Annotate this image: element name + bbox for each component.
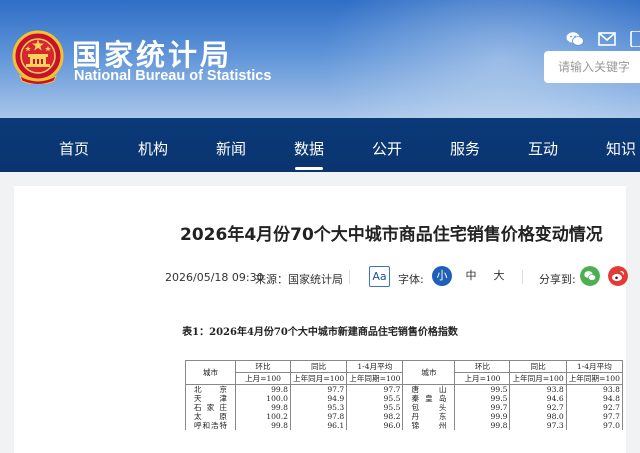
- font-size-small-button[interactable]: 小: [432, 266, 452, 286]
- column-header-city: 城市: [185, 360, 236, 385]
- mom-cell: 100.0: [235, 394, 291, 403]
- nav-item-news[interactable]: 新闻: [199, 118, 263, 172]
- city-cell: 包 头: [402, 403, 456, 412]
- table-row: 石家庄 99.8 95.3 95.5 包 头 99.7 92.7 92.7: [185, 403, 623, 412]
- avg-cell: 92.7: [565, 403, 623, 412]
- mom-cell: 99.8: [235, 421, 291, 430]
- article-title: 2026年4月份70个大中城市商品住宅销售价格变动情况: [180, 225, 603, 245]
- city-cell: 丹 东: [402, 412, 456, 421]
- site-logo-en[interactable]: National Bureau of Statistics: [74, 68, 271, 84]
- font-size-medium-button[interactable]: 中: [461, 266, 481, 286]
- mom-cell: 99.8: [235, 384, 291, 394]
- share-label: 分享到:: [539, 273, 576, 286]
- column-header-city: 城市: [402, 360, 456, 385]
- city-cell: 唐 山: [402, 384, 456, 394]
- table-caption: 表1：2026年4月份70个大中城市新建商品住宅销售价格指数: [182, 327, 458, 338]
- city-cell: 太 原: [185, 412, 236, 421]
- avg-cell: 94.8: [565, 394, 623, 403]
- avg-cell: 96.0: [346, 421, 404, 430]
- nav-item-organization[interactable]: 机构: [121, 118, 185, 172]
- avg-cell: 98.2: [346, 412, 404, 421]
- avg-cell: 97.7: [565, 412, 623, 421]
- mom-cell: 99.5: [454, 384, 511, 394]
- main-nav: 首页 机构 新闻 数据 公开 服务 互动 知识: [0, 118, 640, 172]
- price-index-table: 城市 环比 同比 1-4月平均 城市 环比 同比 1-4月平均 上月=100 上…: [185, 360, 623, 430]
- nav-item-data[interactable]: 数据: [277, 118, 341, 172]
- city-cell: 锦 州: [402, 421, 456, 430]
- font-size-label: 字体:: [398, 273, 424, 286]
- column-header-yoy: 同比: [289, 360, 348, 373]
- mom-cell: 99.5: [454, 394, 511, 403]
- column-header-avg: 1-4月平均: [565, 360, 623, 373]
- nav-item-interaction[interactable]: 互动: [511, 118, 575, 172]
- wechat-icon[interactable]: [566, 31, 584, 47]
- mom-cell: 99.8: [454, 421, 511, 430]
- email-icon[interactable]: [598, 31, 616, 47]
- column-base-avg: 上年同期=100: [565, 372, 623, 385]
- city-cell: 北 京: [185, 384, 236, 394]
- nav-item-home[interactable]: 首页: [42, 118, 106, 172]
- wechat-share-icon[interactable]: [580, 266, 600, 286]
- city-cell: 石家庄: [185, 403, 236, 412]
- avg-cell: 97.7: [346, 384, 404, 394]
- font-size-large-button[interactable]: 大: [489, 266, 509, 286]
- mom-cell: 99.7: [454, 403, 511, 412]
- table-row: 天 津 100.0 94.9 95.5 秦皇岛 99.5 94.6 94.8: [185, 394, 623, 403]
- mom-cell: 99.8: [235, 403, 291, 412]
- article-card: 2026年4月份70个大中城市商品住宅销售价格变动情况 2026/05/18 0…: [14, 186, 628, 453]
- city-cell: 秦皇岛: [402, 394, 456, 403]
- site-header: 国家统计局 National Bureau of Statistics 请输入关…: [0, 0, 640, 118]
- font-toggle-button[interactable]: Aa: [369, 266, 390, 287]
- column-header-mom: 环比: [235, 360, 291, 373]
- avg-cell: 95.5: [346, 394, 404, 403]
- yoy-cell: 94.9: [289, 394, 348, 403]
- publish-datetime: 2026/05/18 09:30: [165, 271, 264, 284]
- avg-cell: 93.8: [565, 384, 623, 394]
- weibo-share-icon[interactable]: [608, 266, 628, 286]
- city-cell: 呼和浩特: [185, 421, 236, 430]
- avg-cell: 97.0: [565, 421, 623, 430]
- yoy-cell: 96.1: [289, 421, 348, 430]
- search-input[interactable]: 请输入关键字: [544, 51, 640, 83]
- mobile-icon[interactable]: [628, 31, 640, 47]
- yoy-cell: 95.3: [289, 403, 348, 412]
- article-source: 来源：国家统计局: [255, 273, 343, 286]
- national-emblem-icon[interactable]: [12, 30, 64, 84]
- yoy-cell: 93.8: [509, 384, 567, 394]
- yoy-cell: 97.8: [289, 412, 348, 421]
- nav-item-knowledge[interactable]: 知识: [589, 118, 640, 172]
- mom-cell: 100.2: [235, 412, 291, 421]
- yoy-cell: 98.0: [509, 412, 567, 421]
- table-row: 太 原 100.2 97.8 98.2 丹 东 99.9 98.0 97.7: [185, 412, 623, 421]
- nav-item-service[interactable]: 服务: [433, 118, 497, 172]
- table-row: 北 京 99.8 97.7 97.7 唐 山 99.5 93.8 93.8: [185, 384, 623, 394]
- avg-cell: 95.5: [346, 403, 404, 412]
- meta-divider: [522, 270, 523, 284]
- column-base-mom: 上月=100: [235, 372, 291, 385]
- meta-divider: [349, 270, 350, 284]
- table-row: 呼和浩特 99.8 96.1 96.0 锦 州 99.8 97.3 97.0: [185, 421, 623, 430]
- column-base-avg: 上年同期=100: [346, 372, 404, 385]
- yoy-cell: 97.7: [289, 384, 348, 394]
- yoy-cell: 97.3: [509, 421, 567, 430]
- column-header-yoy: 同比: [509, 360, 567, 373]
- column-header-avg: 1-4月平均: [346, 360, 404, 373]
- yoy-cell: 92.7: [509, 403, 567, 412]
- column-base-yoy: 上年同月=100: [509, 372, 567, 385]
- column-base-yoy: 上年同月=100: [289, 372, 348, 385]
- nav-item-disclosure[interactable]: 公开: [355, 118, 419, 172]
- city-cell: 天 津: [185, 394, 236, 403]
- yoy-cell: 94.6: [509, 394, 567, 403]
- mom-cell: 99.9: [454, 412, 511, 421]
- column-header-mom: 环比: [454, 360, 511, 373]
- column-base-mom: 上月=100: [454, 372, 511, 385]
